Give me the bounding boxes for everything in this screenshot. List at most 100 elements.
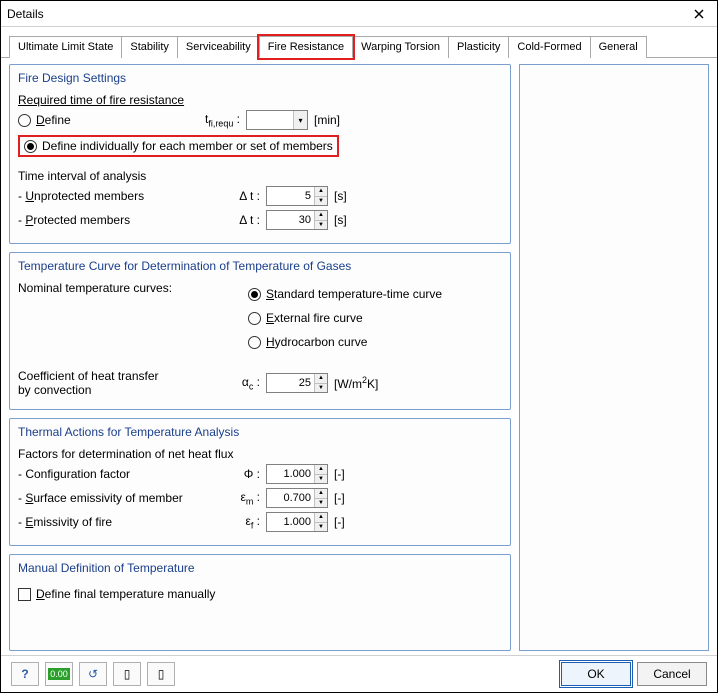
row-protected: - Protected members Δ t : 30 ▲▼ [s]	[18, 209, 502, 231]
spin-up-icon[interactable]: ▲	[314, 374, 327, 384]
value-configuration-factor: 1.000	[267, 468, 314, 480]
close-icon	[694, 9, 704, 19]
symbol-dt-unprot: Δ t :	[218, 189, 266, 203]
spinner-unprotected[interactable]: 5 ▲▼	[266, 186, 328, 206]
profile-icon: ▯	[158, 667, 165, 681]
reset-icon: ↺	[88, 667, 98, 681]
spin-down-icon[interactable]: ▼	[314, 499, 327, 508]
symbol-tfirequ: tfi,requ :	[186, 112, 246, 128]
group-title: Temperature Curve for Determination of T…	[18, 259, 502, 273]
row-alpha-c: Coefficient of heat transfer by convecti…	[18, 369, 502, 397]
tab-serviceability[interactable]: Serviceability	[177, 36, 260, 58]
unit-s-prot: [s]	[328, 213, 347, 227]
label-surface-emissivity: - Surface emissivity of member	[18, 491, 218, 505]
spin-up-icon[interactable]: ▲	[314, 465, 327, 475]
tab-ultimate-limit-state[interactable]: Ultimate Limit State	[9, 36, 122, 58]
label-define: Define	[36, 113, 186, 127]
footer: ? 0.00 ↺ ▯ ▯ OK Cancel	[1, 655, 717, 692]
symbol-phi: Φ :	[218, 467, 266, 481]
reset-button[interactable]: ↺	[79, 662, 107, 686]
label-hydrocarbon-curve: Hydrocarbon curve	[266, 335, 367, 349]
group-title: Manual Definition of Temperature	[18, 561, 502, 575]
label-protected: - Protected members	[18, 213, 218, 227]
unit-dash: [-]	[328, 467, 345, 481]
unit-alpha-c: [W/m2K]	[328, 375, 378, 391]
spin-down-icon[interactable]: ▼	[314, 384, 327, 393]
profile-button-1[interactable]: ▯	[113, 662, 141, 686]
label-alpha-c: Coefficient of heat transfer by convecti…	[18, 369, 218, 397]
cancel-button[interactable]: Cancel	[637, 662, 707, 686]
tab-fire-resistance[interactable]: Fire Resistance	[259, 36, 353, 58]
row-define: Define tfi,requ : ▾ [min]	[18, 109, 502, 131]
row-hydrocarbon-curve: Hydrocarbon curve	[248, 331, 442, 353]
value-alpha-c: 25	[267, 377, 314, 389]
row-configuration-factor: - Configuration factor Φ : 1.000 ▲▼ [-]	[18, 463, 502, 485]
details-dialog: Details Ultimate Limit State Stability S…	[0, 0, 718, 693]
radio-hydrocarbon-curve[interactable]	[248, 336, 261, 349]
symbol-em: εm :	[218, 490, 266, 506]
spin-down-icon[interactable]: ▼	[314, 523, 327, 532]
spinner-surface-emissivity[interactable]: 0.700 ▲▼	[266, 488, 328, 508]
tab-stability[interactable]: Stability	[121, 36, 178, 58]
label-emissivity-fire: - Emissivity of fire	[18, 515, 218, 529]
spinner-emissivity-fire[interactable]: 1.000 ▲▼	[266, 512, 328, 532]
radio-define-individually[interactable]	[24, 140, 37, 153]
chevron-down-icon: ▾	[293, 111, 307, 129]
radio-external-curve[interactable]	[248, 312, 261, 325]
symbol-alpha-c: αc :	[218, 375, 266, 391]
spin-down-icon[interactable]: ▼	[314, 197, 327, 206]
ok-button[interactable]: OK	[561, 662, 631, 686]
spinner-configuration-factor[interactable]: 1.000 ▲▼	[266, 464, 328, 484]
combo-tfirequ[interactable]: ▾	[246, 110, 308, 130]
unit-min: [min]	[308, 113, 340, 127]
content-area: Fire Design Settings Required time of fi…	[1, 58, 717, 655]
left-pane: Fire Design Settings Required time of fi…	[9, 64, 511, 651]
profile-icon: ▯	[124, 667, 131, 681]
units-icon: 0.00	[48, 668, 70, 680]
spinner-protected[interactable]: 30 ▲▼	[266, 210, 328, 230]
group-title: Fire Design Settings	[18, 71, 502, 85]
symbol-dt-prot: Δ t :	[218, 213, 266, 227]
tab-general[interactable]: General	[590, 36, 647, 58]
row-emissivity-fire: - Emissivity of fire εf : 1.000 ▲▼ [-]	[18, 511, 502, 533]
preview-pane	[519, 64, 709, 651]
symbol-ef: εf :	[218, 514, 266, 530]
units-button[interactable]: 0.00	[45, 662, 73, 686]
tab-cold-formed[interactable]: Cold-Formed	[508, 36, 590, 58]
group-title: Thermal Actions for Temperature Analysis	[18, 425, 502, 439]
row-define-final-temp: Define final temperature manually	[18, 583, 502, 605]
spin-down-icon[interactable]: ▼	[314, 475, 327, 484]
label-configuration-factor: - Configuration factor	[18, 467, 218, 481]
radio-define[interactable]	[18, 114, 31, 127]
spinner-alpha-c[interactable]: 25 ▲▼	[266, 373, 328, 393]
close-button[interactable]	[687, 4, 711, 24]
label-standard-curve: Standard temperature-time curve	[266, 287, 442, 301]
spin-down-icon[interactable]: ▼	[314, 221, 327, 230]
profile-button-2[interactable]: ▯	[147, 662, 175, 686]
row-standard-curve: Standard temperature-time curve	[248, 283, 442, 305]
help-icon: ?	[21, 667, 28, 681]
unit-dash: [-]	[328, 491, 345, 505]
tab-warping-torsion[interactable]: Warping Torsion	[352, 36, 449, 58]
tab-plasticity[interactable]: Plasticity	[448, 36, 509, 58]
group-temperature-curve: Temperature Curve for Determination of T…	[9, 252, 511, 410]
required-time-label: Required time of fire resistance	[18, 93, 502, 107]
spin-up-icon[interactable]: ▲	[314, 489, 327, 499]
radio-standard-curve[interactable]	[248, 288, 261, 301]
help-button[interactable]: ?	[11, 662, 39, 686]
row-surface-emissivity: - Surface emissivity of member εm : 0.70…	[18, 487, 502, 509]
checkbox-define-final-temp[interactable]	[18, 588, 31, 601]
spin-up-icon[interactable]: ▲	[314, 513, 327, 523]
spin-up-icon[interactable]: ▲	[314, 211, 327, 221]
label-external-curve: External fire curve	[266, 311, 363, 325]
value-surface-emissivity: 0.700	[267, 492, 314, 504]
tab-bar: Ultimate Limit State Stability Serviceab…	[1, 27, 717, 58]
row-define-individually: Define individually for each member or s…	[18, 135, 339, 157]
group-thermal-actions: Thermal Actions for Temperature Analysis…	[9, 418, 511, 546]
titlebar: Details	[1, 1, 717, 27]
window-title: Details	[7, 7, 687, 21]
spin-up-icon[interactable]: ▲	[314, 187, 327, 197]
row-unprotected: - Unprotected members Δ t : 5 ▲▼ [s]	[18, 185, 502, 207]
value-emissivity-fire: 1.000	[267, 516, 314, 528]
group-manual-definition: Manual Definition of Temperature Define …	[9, 554, 511, 651]
